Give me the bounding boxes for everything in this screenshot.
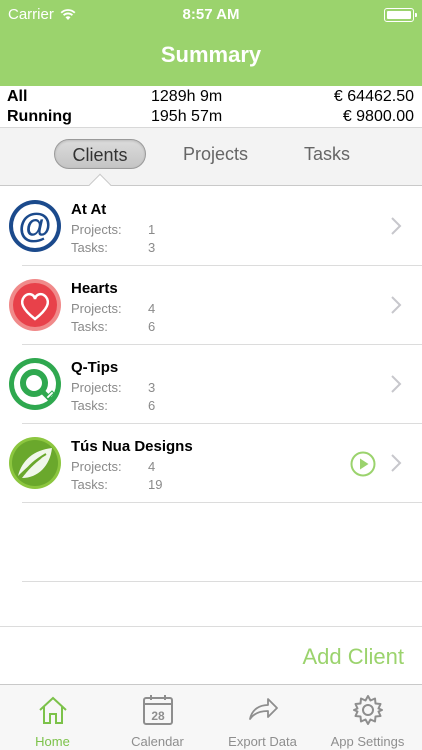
client-row-q-tips[interactable]: Q-Tips Projects: 3 Tasks: 6 — [0, 345, 422, 424]
summary-totals: All 1289h 9m € 64462.50 Running 195h 57m… — [0, 86, 422, 128]
tasks-count: 6 — [148, 398, 156, 413]
row-divider — [22, 502, 422, 503]
tab-clients[interactable]: Clients — [54, 139, 146, 169]
tasks-label: Tasks: — [71, 240, 108, 255]
client-name: Q-Tips — [71, 359, 119, 376]
tab-tasks[interactable]: Tasks — [290, 139, 364, 169]
list-divider — [22, 581, 422, 582]
calendar-icon: 28 — [143, 695, 173, 725]
q-letter-icon — [8, 357, 62, 411]
at-sign-icon: @ — [8, 199, 62, 253]
tasks-count: 6 — [148, 319, 156, 334]
leaf-icon — [8, 436, 62, 490]
segmented-control: Clients Projects Tasks — [0, 128, 422, 186]
tab-label: Home — [35, 734, 70, 749]
battery-icon — [384, 8, 417, 22]
tasks-label: Tasks: — [71, 319, 108, 334]
chevron-right-icon — [391, 217, 402, 235]
summary-amount: € 9800.00 — [342, 108, 414, 125]
svg-text:@: @ — [18, 207, 51, 245]
tab-bar: Home 28 Calendar Export Data App Setting… — [0, 684, 422, 750]
calendar-day: 28 — [151, 709, 165, 723]
chevron-right-icon — [391, 454, 402, 472]
page-title: Summary — [160, 42, 262, 67]
client-row-tus-nua-designs[interactable]: Tús Nua Designs Projects: 4 Tasks: 19 — [0, 424, 422, 503]
projects-count: 4 — [148, 301, 156, 316]
projects-label: Projects: — [71, 380, 122, 395]
tab-home[interactable]: Home — [0, 685, 105, 750]
summary-hours: 1289h 9m — [151, 88, 223, 105]
chevron-right-icon — [391, 375, 402, 393]
tasks-label: Tasks: — [71, 398, 108, 413]
play-timer-icon[interactable] — [350, 451, 376, 477]
summary-hours: 195h 57m — [151, 108, 223, 125]
projects-count: 1 — [148, 222, 156, 237]
tab-label: App Settings — [330, 734, 405, 749]
client-row-hearts[interactable]: Hearts Projects: 4 Tasks: 6 — [0, 266, 422, 345]
tasks-count: 3 — [148, 240, 156, 255]
tab-projects[interactable]: Projects — [168, 139, 263, 169]
status-time: 8:57 AM — [182, 6, 240, 23]
summary-amount: € 64462.50 — [333, 88, 414, 105]
projects-label: Projects: — [71, 222, 122, 237]
tab-app-settings[interactable]: App Settings — [315, 685, 420, 750]
projects-count: 3 — [148, 380, 156, 395]
tasks-count: 19 — [148, 477, 163, 492]
client-name: At At — [71, 201, 107, 218]
summary-row-all: All 1289h 9m € 64462.50 — [0, 88, 422, 108]
tasks-label: Tasks: — [71, 477, 108, 492]
chevron-right-icon — [391, 296, 402, 314]
projects-count: 4 — [148, 459, 156, 474]
projects-label: Projects: — [71, 459, 122, 474]
home-icon — [39, 696, 67, 724]
gear-icon — [353, 695, 383, 725]
tab-label: Calendar — [131, 734, 184, 749]
tab-calendar[interactable]: 28 Calendar — [105, 685, 210, 750]
status-bar: Carrier 8:57 AM — [0, 0, 422, 30]
share-arrow-icon — [249, 698, 278, 720]
navigation-header: Carrier 8:57 AM Summary — [0, 0, 422, 86]
tab-label: Export Data — [228, 734, 297, 749]
tab-export-data[interactable]: Export Data — [210, 685, 315, 750]
add-client-button[interactable]: Add Client — [302, 644, 404, 670]
projects-label: Projects: — [71, 301, 122, 316]
client-name: Hearts — [71, 280, 118, 297]
heart-icon — [8, 278, 62, 332]
client-name: Tús Nua Designs — [71, 438, 193, 455]
footer-divider — [0, 626, 422, 627]
client-row-at-at[interactable]: @ At At Projects: 1 Tasks: 3 — [0, 187, 422, 266]
summary-label: Running — [7, 108, 72, 125]
summary-row-running: Running 195h 57m € 9800.00 — [0, 108, 422, 128]
summary-label: All — [7, 88, 28, 105]
